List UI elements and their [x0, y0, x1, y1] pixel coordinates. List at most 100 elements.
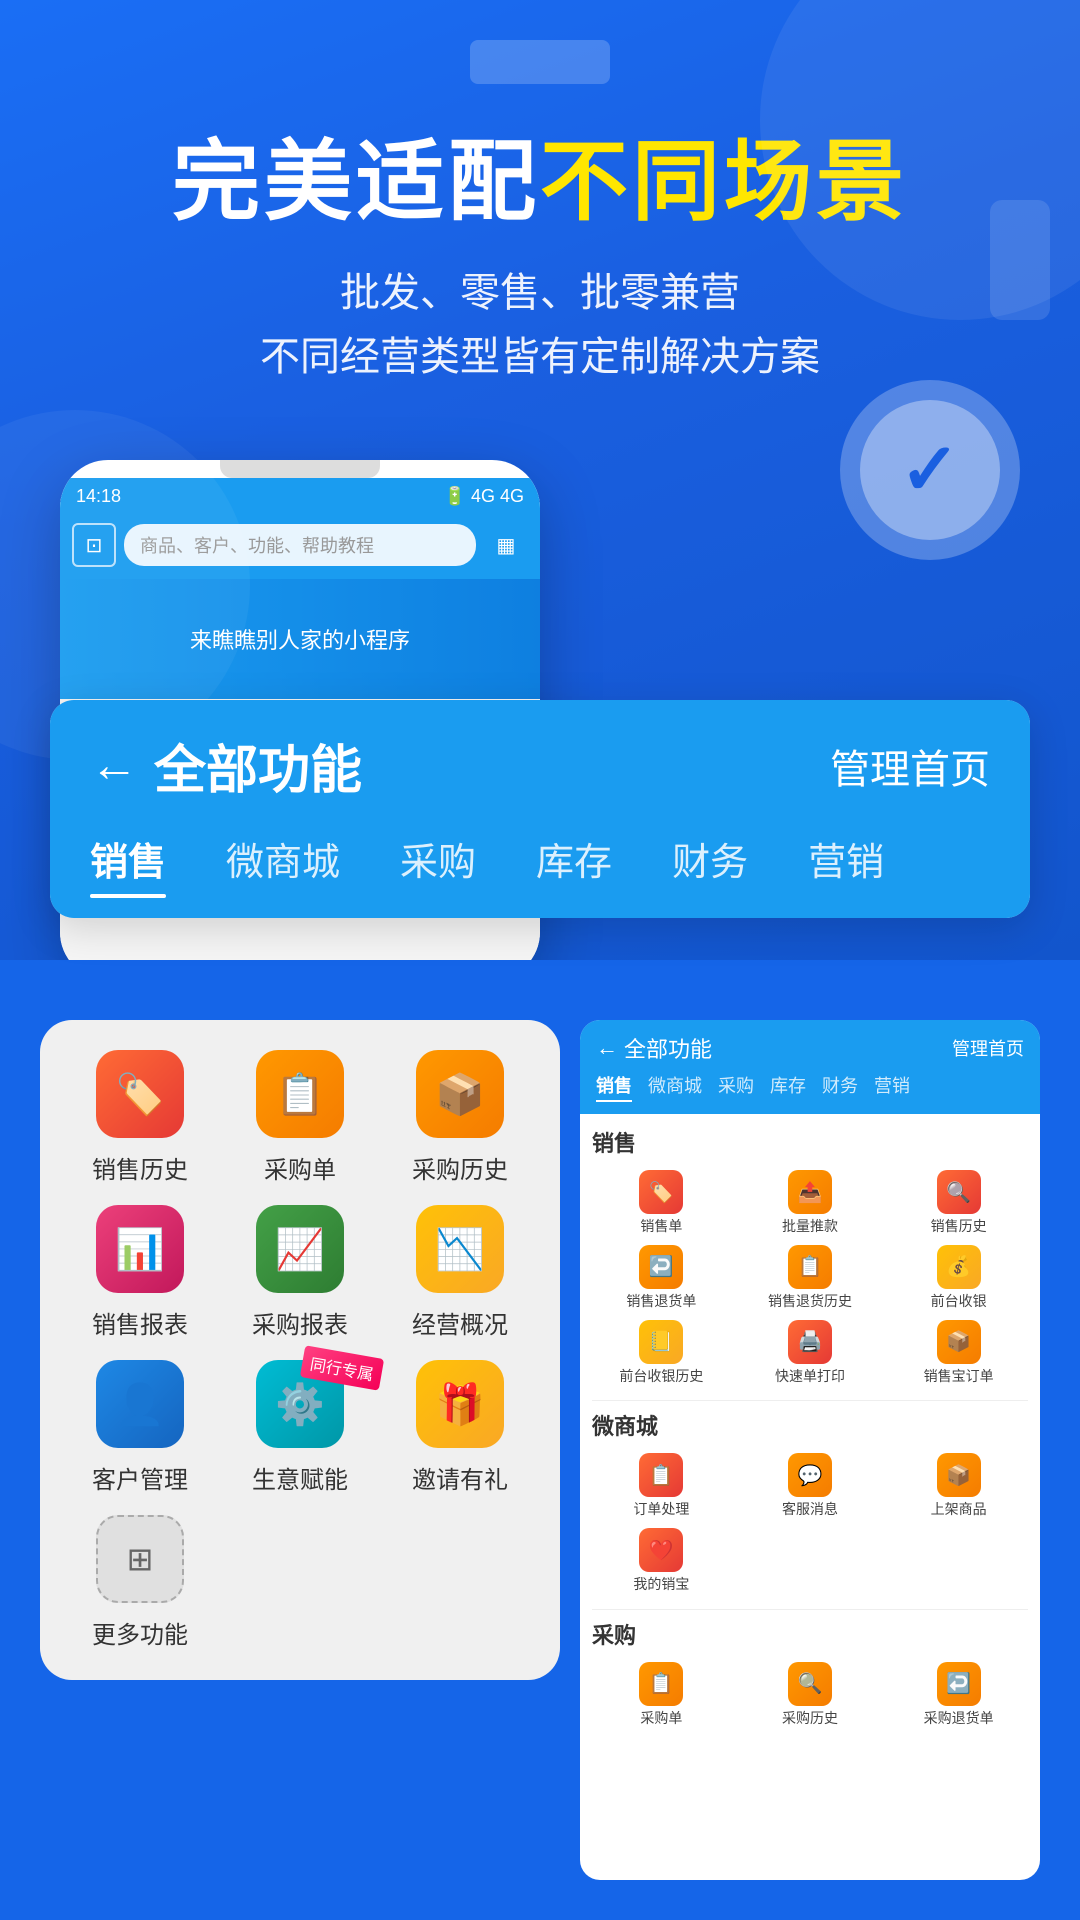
invite-gift-label: 邀请有礼 [412, 1460, 508, 1495]
list-item[interactable]: ↩️ 采购退货单 [889, 1662, 1028, 1727]
list-item[interactable]: 👤 客户管理 [70, 1360, 210, 1495]
list-item[interactable]: 📊 销售报表 [70, 1205, 210, 1340]
phone-search-bar: ⊡ 商品、客户、功能、帮助教程 ▦ [60, 515, 540, 579]
phone-search-input[interactable]: 商品、客户、功能、帮助教程 [124, 524, 476, 566]
business-overview-label: 经营概况 [412, 1305, 508, 1340]
sales-history-icon: 🏷️ [96, 1050, 184, 1138]
r-purchase-hist-icon: 🔍 [788, 1662, 832, 1706]
r-purchase-order-label: 采购单 [640, 1710, 682, 1727]
list-item[interactable]: 🔍 销售历史 [889, 1170, 1028, 1235]
list-item[interactable]: ↩️ 销售退货单 [592, 1245, 731, 1310]
right-tab-inventory[interactable]: 库存 [770, 1072, 806, 1102]
tab-micro-mall[interactable]: 微商城 [226, 831, 340, 898]
hero-title-white: 完美适配 [172, 132, 540, 231]
tab-inventory[interactable]: 库存 [536, 831, 612, 898]
right-tab-marketing[interactable]: 营销 [874, 1072, 910, 1102]
purchase-history-label: 采购历史 [412, 1150, 508, 1185]
right-back-icon[interactable]: ← [596, 1035, 618, 1061]
tab-sales[interactable]: 销售 [90, 831, 166, 898]
list-item[interactable]: 📋 采购单 [592, 1662, 731, 1727]
phone-banner: 来瞧瞧别人家的小程序 [60, 579, 540, 699]
r-purchase-hist-label: 采购历史 [782, 1710, 838, 1727]
divider [592, 1400, 1028, 1401]
r-purchase-return-label: 采购退货单 [924, 1710, 994, 1727]
list-item[interactable]: 🏷️ 销售历史 [70, 1050, 210, 1185]
list-item[interactable]: 📦 销售宝订单 [889, 1320, 1028, 1385]
right-tab-purchase[interactable]: 采购 [718, 1072, 754, 1102]
r-cashier-icon: 💰 [937, 1245, 981, 1289]
purchase-report-label: 采购报表 [252, 1305, 348, 1340]
right-phone-mockup: ← 全部功能 管理首页 销售 微商城 采购 库存 财务 营销 销售 🏷️ 销售单 [580, 1020, 1040, 1880]
list-item[interactable]: 📉 经营概况 [390, 1205, 530, 1340]
list-item[interactable]: 📈 采购报表 [230, 1205, 370, 1340]
list-item[interactable]: 📋 销售退货历史 [741, 1245, 880, 1310]
customer-manage-icon: 👤 [96, 1360, 184, 1448]
hero-subtitle: 批发、零售、批零兼营 不同经营类型皆有定制解决方案 [60, 261, 1020, 389]
manage-home-link[interactable]: 管理首页 [830, 737, 990, 795]
sales-report-icon: 📊 [96, 1205, 184, 1293]
right-mall-grid: 📋 订单处理 💬 客服消息 📦 上架商品 ❤️ 我的销宝 [592, 1453, 1028, 1593]
tab-marketing[interactable]: 营销 [808, 831, 884, 898]
r-cashier-label: 前台收银 [931, 1293, 987, 1310]
r-sales-return-hist-label: 销售退货历史 [768, 1293, 852, 1310]
right-phone-tabs: 销售 微商城 采购 库存 财务 营销 [596, 1072, 1024, 1102]
list-item[interactable]: ⊞ 更多功能 [70, 1515, 210, 1650]
list-item[interactable]: ❤️ 我的销宝 [592, 1528, 731, 1593]
right-tab-micro-mall[interactable]: 微商城 [648, 1072, 702, 1102]
sales-history-label: 销售历史 [92, 1150, 188, 1185]
r-order-process-icon: 📋 [639, 1453, 683, 1497]
r-my-salebao-label: 我的销宝 [633, 1576, 689, 1593]
r-print-icon: 🖨️ [788, 1320, 832, 1364]
tab-finance[interactable]: 财务 [672, 831, 748, 898]
r-list-goods-label: 上架商品 [931, 1501, 987, 1518]
r-customer-msg-icon: 💬 [788, 1453, 832, 1497]
right-sales-grid: 🏷️ 销售单 📤 批量推款 🔍 销售历史 ↩️ 销售退货单 📋 销售 [592, 1170, 1028, 1384]
r-sales-return-hist-icon: 📋 [788, 1245, 832, 1289]
r-order-process-label: 订单处理 [633, 1501, 689, 1518]
list-item[interactable]: 🏷️ 销售单 [592, 1170, 731, 1235]
function-panel-header: ← 全部功能 管理首页 [50, 700, 1030, 831]
customer-manage-label: 客户管理 [92, 1460, 188, 1495]
r-cashier-hist-label: 前台收银历史 [619, 1368, 703, 1385]
r-sales-history-label: 销售历史 [931, 1218, 987, 1235]
list-item[interactable]: 🖨️ 快速单打印 [741, 1320, 880, 1385]
right-phone-content: 销售 🏷️ 销售单 📤 批量推款 🔍 销售历史 ↩️ 销售退货单 [580, 1114, 1040, 1755]
purchase-history-icon: 📦 [416, 1050, 504, 1138]
tab-purchase[interactable]: 采购 [400, 831, 476, 898]
right-manage-home-link[interactable]: 管理首页 [952, 1035, 1024, 1061]
list-item[interactable]: 💬 客服消息 [741, 1453, 880, 1518]
left-phone-inner: 🏷️ 销售历史 📋 采购单 📦 采购历史 📊 销售报表 📈 [40, 1020, 560, 1680]
hero-title-yellow: 不同场景 [540, 132, 908, 231]
right-tab-finance[interactable]: 财务 [822, 1072, 858, 1102]
more-functions-label: 更多功能 [92, 1615, 188, 1650]
invite-gift-icon: 🎁 [416, 1360, 504, 1448]
list-item[interactable]: 🎁 邀请有礼 [390, 1360, 530, 1495]
decorative-rect [990, 200, 1050, 320]
check-circle: ✓ [840, 380, 1020, 560]
list-item[interactable]: 📤 批量推款 [741, 1170, 880, 1235]
list-item[interactable]: 📦 采购历史 [390, 1050, 530, 1185]
list-item[interactable]: 💰 前台收银 [889, 1245, 1028, 1310]
check-inner: ✓ [860, 400, 1000, 540]
r-sales-return-icon: ↩️ [639, 1245, 683, 1289]
back-arrow-icon[interactable]: ← [90, 738, 138, 793]
list-item[interactable]: 📦 上架商品 [889, 1453, 1028, 1518]
right-phone-header-top: ← 全部功能 管理首页 [596, 1032, 1024, 1064]
list-item[interactable]: 🔍 采购历史 [741, 1662, 880, 1727]
right-tab-sales[interactable]: 销售 [596, 1072, 632, 1102]
r-salebao-label: 销售宝订单 [924, 1368, 994, 1385]
list-item[interactable]: 📋 订单处理 [592, 1453, 731, 1518]
list-item[interactable]: 📋 采购单 [230, 1050, 370, 1185]
function-panel-title: ← 全部功能 [90, 728, 362, 803]
r-sales-order-icon: 🏷️ [639, 1170, 683, 1214]
business-enable-icon: ⚙️ [256, 1360, 344, 1448]
list-item[interactable]: ⚙️ 生意赋能 [230, 1360, 370, 1495]
list-item[interactable]: 📒 前台收银历史 [592, 1320, 731, 1385]
function-panel-title-text: 全部功能 [154, 728, 362, 803]
bottom-section: 🏷️ 销售历史 📋 采购单 📦 采购历史 📊 销售报表 📈 [0, 960, 1080, 1920]
r-purchase-order-icon: 📋 [639, 1662, 683, 1706]
function-tabs: 销售 微商城 采购 库存 财务 营销 [50, 831, 1030, 918]
right-phone-header: ← 全部功能 管理首页 销售 微商城 采购 库存 财务 营销 [580, 1020, 1040, 1114]
r-my-salebao-icon: ❤️ [639, 1528, 683, 1572]
left-phone-mockup: 🏷️ 销售历史 📋 采购单 📦 采购历史 📊 销售报表 📈 [40, 1020, 560, 1680]
